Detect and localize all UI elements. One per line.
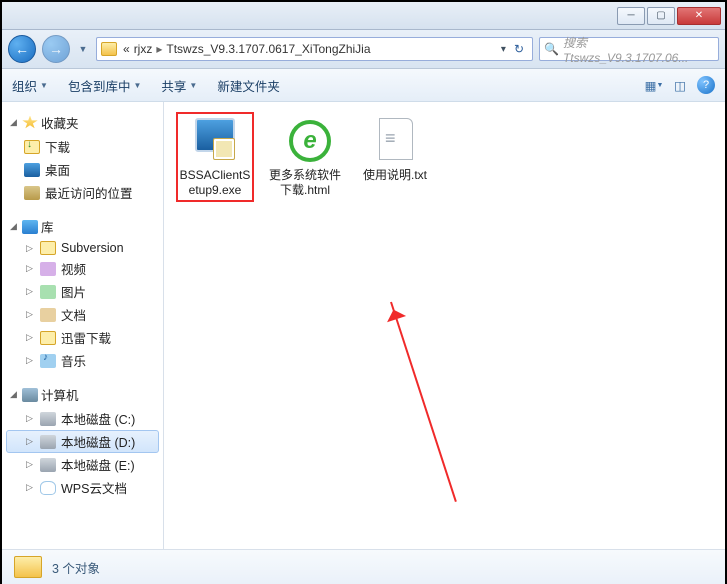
file-name: 使用说明.txt bbox=[358, 168, 432, 183]
star-icon bbox=[22, 116, 38, 130]
minimize-button[interactable]: ─ bbox=[617, 7, 645, 25]
breadcrumb-back[interactable]: « bbox=[121, 42, 132, 56]
file-item[interactable]: 使用说明.txt bbox=[356, 112, 434, 187]
sidebar-item-music[interactable]: ▷音乐 bbox=[6, 349, 159, 372]
file-item[interactable]: 更多系统软件下载.html bbox=[266, 112, 344, 202]
sidebar-item-drive-e[interactable]: ▷本地磁盘 (E:) bbox=[6, 453, 159, 476]
back-button[interactable]: ← bbox=[8, 35, 36, 63]
refresh-button[interactable]: ↻ bbox=[510, 42, 528, 56]
folder-icon bbox=[101, 42, 117, 56]
expand-icon[interactable]: ▷ bbox=[24, 263, 35, 274]
toolbar: 组织▼ 包含到库中▼ 共享▼ 新建文件夹 ▦▼ ◫ ? bbox=[2, 69, 725, 102]
sidebar-item-video[interactable]: ▷视频 bbox=[6, 257, 159, 280]
computer-group[interactable]: ◢ 计算机 bbox=[6, 382, 159, 407]
annotation-arrow bbox=[390, 302, 457, 502]
breadcrumb-folder[interactable]: Ttswzs_V9.3.1707.0617_XiTongZhiJia bbox=[164, 42, 372, 56]
maximize-button[interactable]: ▢ bbox=[647, 7, 675, 25]
expand-icon[interactable]: ▷ bbox=[24, 309, 35, 320]
address-bar[interactable]: « rjxz ▸ Ttswzs_V9.3.1707.0617_XiTongZhi… bbox=[96, 37, 533, 61]
close-button[interactable]: ✕ bbox=[677, 7, 721, 25]
sidebar-item-downloads[interactable]: 下载 bbox=[6, 135, 159, 158]
pictures-icon bbox=[40, 285, 56, 299]
help-button[interactable]: ? bbox=[697, 76, 715, 94]
expand-icon[interactable]: ▷ bbox=[24, 355, 35, 366]
collapse-icon[interactable]: ◢ bbox=[8, 117, 19, 128]
new-folder-button[interactable]: 新建文件夹 bbox=[217, 76, 280, 95]
file-item[interactable]: BSSAClientSetup9.exe bbox=[176, 112, 254, 202]
expand-icon[interactable]: ▷ bbox=[24, 413, 35, 424]
search-icon: 🔍 bbox=[544, 42, 559, 56]
drive-icon bbox=[40, 435, 56, 449]
html-icon bbox=[281, 116, 329, 164]
file-name: BSSAClientSetup9.exe bbox=[178, 168, 252, 198]
expand-icon[interactable]: ▷ bbox=[24, 286, 35, 297]
status-text: 3 个对象 bbox=[52, 558, 100, 577]
file-name: 更多系统软件下载.html bbox=[268, 168, 342, 198]
folder-icon bbox=[40, 241, 56, 255]
sidebar-item-documents[interactable]: ▷文档 bbox=[6, 303, 159, 326]
recent-icon bbox=[24, 186, 40, 200]
expand-icon[interactable]: ▷ bbox=[24, 436, 35, 447]
computer-icon bbox=[22, 388, 38, 402]
downloads-icon bbox=[24, 140, 40, 154]
collapse-icon[interactable]: ◢ bbox=[8, 221, 19, 232]
forward-button[interactable]: → bbox=[42, 35, 70, 63]
preview-pane-button[interactable]: ◫ bbox=[671, 77, 689, 93]
desktop-icon bbox=[24, 163, 40, 177]
favorites-group[interactable]: ◢ 收藏夹 bbox=[6, 110, 159, 135]
sidebar-item-drive-c[interactable]: ▷本地磁盘 (C:) bbox=[6, 407, 159, 430]
libraries-group[interactable]: ◢ 库 bbox=[6, 214, 159, 239]
music-icon bbox=[40, 354, 56, 368]
address-dropdown[interactable]: ▾ bbox=[497, 44, 510, 55]
video-icon bbox=[40, 262, 56, 276]
breadcrumb-separator: ▸ bbox=[154, 42, 164, 56]
breadcrumb-rjxz[interactable]: rjxz bbox=[132, 42, 155, 56]
library-icon bbox=[22, 220, 38, 234]
expand-icon[interactable]: ▷ bbox=[24, 243, 35, 254]
cloud-icon bbox=[40, 481, 56, 495]
documents-icon bbox=[40, 308, 56, 322]
status-bar: 3 个对象 bbox=[2, 549, 725, 584]
expand-icon[interactable]: ▷ bbox=[24, 482, 35, 493]
sidebar-item-desktop[interactable]: 桌面 bbox=[6, 158, 159, 181]
drive-icon bbox=[40, 412, 56, 426]
titlebar: ─ ▢ ✕ bbox=[2, 2, 725, 30]
include-library-menu[interactable]: 包含到库中▼ bbox=[68, 76, 141, 95]
sidebar-item-drive-d[interactable]: ▷本地磁盘 (D:) bbox=[6, 430, 159, 453]
expand-icon[interactable]: ▷ bbox=[24, 459, 35, 470]
collapse-icon[interactable]: ◢ bbox=[8, 389, 19, 400]
sidebar-item-wps-cloud[interactable]: ▷WPS云文档 bbox=[6, 476, 159, 499]
txt-icon bbox=[371, 116, 419, 164]
sidebar-item-xunlei[interactable]: ▷迅雷下载 bbox=[6, 326, 159, 349]
navigation-bar: ← → ▼ « rjxz ▸ Ttswzs_V9.3.1707.0617_XiT… bbox=[2, 30, 725, 69]
sidebar-item-pictures[interactable]: ▷图片 bbox=[6, 280, 159, 303]
folder-icon bbox=[40, 331, 56, 345]
exe-icon bbox=[191, 116, 239, 164]
folder-icon bbox=[14, 556, 42, 578]
search-placeholder: 搜索 Ttswzs_V9.3.1707.06... bbox=[563, 34, 714, 65]
sidebar: ◢ 收藏夹 下载 桌面 最近访问的位置 ◢ 库 ▷Subversion ▷视频 … bbox=[2, 102, 164, 549]
share-menu[interactable]: 共享▼ bbox=[161, 76, 197, 95]
expand-icon[interactable]: ▷ bbox=[24, 332, 35, 343]
view-options-button[interactable]: ▦▼ bbox=[645, 77, 663, 93]
organize-menu[interactable]: 组织▼ bbox=[12, 76, 48, 95]
sidebar-item-subversion[interactable]: ▷Subversion bbox=[6, 239, 159, 257]
search-input[interactable]: 🔍 搜索 Ttswzs_V9.3.1707.06... bbox=[539, 37, 719, 61]
drive-icon bbox=[40, 458, 56, 472]
sidebar-item-recent[interactable]: 最近访问的位置 bbox=[6, 181, 159, 204]
nav-history-dropdown[interactable]: ▼ bbox=[76, 35, 90, 63]
file-list-pane[interactable]: BSSAClientSetup9.exe 更多系统软件下载.html 使用说明.tx… bbox=[164, 102, 725, 549]
